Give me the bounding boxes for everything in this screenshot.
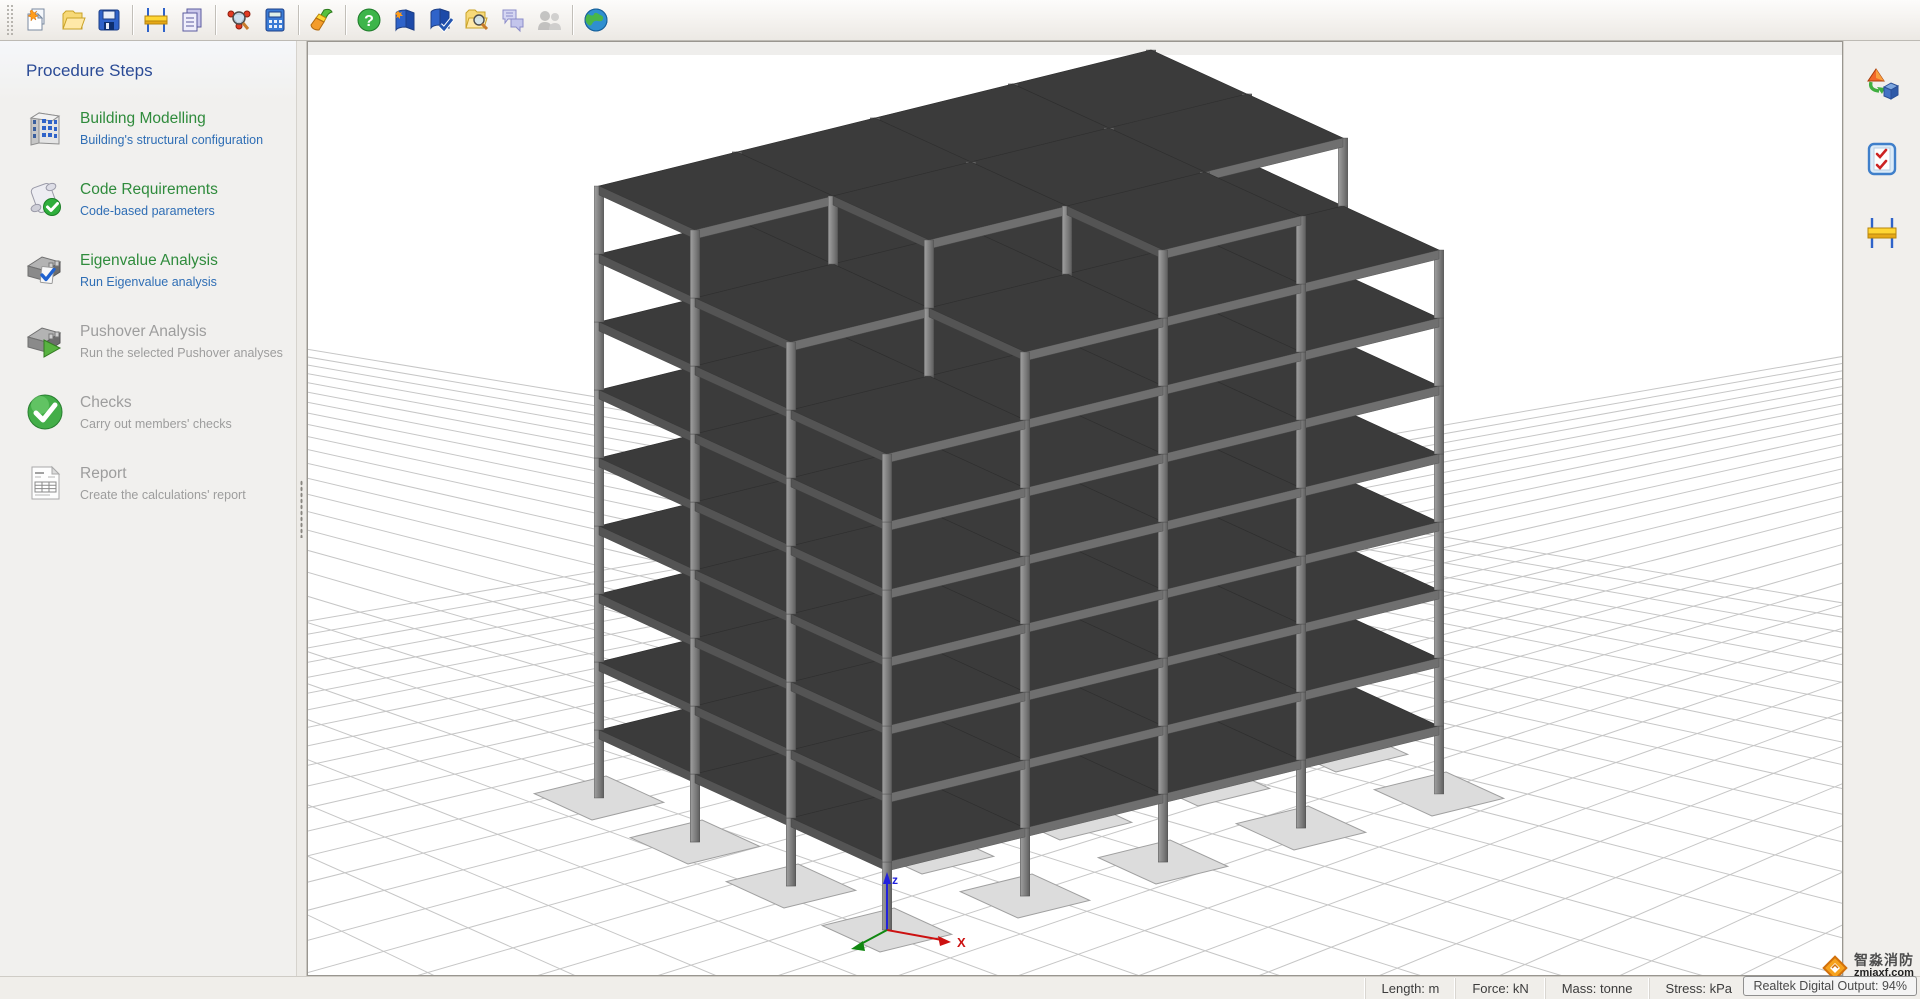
- volume-osd-tooltip: Realtek Digital Output: 94%: [1743, 976, 1917, 996]
- step-pushover-analysis[interactable]: Pushover Analysis Run the selected Pusho…: [24, 320, 296, 362]
- website-globe-icon: [582, 6, 610, 34]
- status-bar: Length: m Force: kN Mass: tonne Stress: …: [0, 976, 1920, 999]
- report-document-icon: [178, 6, 206, 34]
- processor-check-icon: [24, 249, 66, 291]
- search-folder-icon: [463, 6, 491, 34]
- browse-examples-button[interactable]: [459, 2, 495, 38]
- feedback-button[interactable]: [495, 2, 531, 38]
- frame-element-icon: [1864, 215, 1900, 251]
- frame-elements-view-button[interactable]: [1860, 211, 1904, 255]
- step-report[interactable]: Report Create the calculations' report: [24, 462, 296, 504]
- paintbrush-icon: [308, 6, 336, 34]
- users-disabled-icon: [535, 6, 563, 34]
- toolbar-separator: [132, 5, 133, 35]
- save-icon: [95, 6, 123, 34]
- step-subtitle: Create the calculations' report: [80, 487, 246, 504]
- processor-run-icon: [24, 320, 66, 362]
- report-button[interactable]: [174, 2, 210, 38]
- verification-manual-button[interactable]: [423, 2, 459, 38]
- step-code-requirements[interactable]: Code Requirements Code-based parameters: [24, 178, 296, 220]
- member-checks-icon: [1864, 141, 1900, 177]
- help-icon: ?: [355, 6, 383, 34]
- svg-text:?: ?: [364, 13, 374, 30]
- step-title: Eigenvalue Analysis: [80, 251, 218, 271]
- status-length-unit: Length: m: [1365, 978, 1456, 999]
- view-model-button[interactable]: [221, 2, 257, 38]
- step-subtitle: Run Eigenvalue analysis: [80, 274, 218, 291]
- panel-title: Procedure Steps: [26, 61, 296, 81]
- step-subtitle: Run the selected Pushover analyses: [80, 345, 283, 362]
- deformed-shape-button[interactable]: [1860, 63, 1904, 107]
- svg-text:X: X: [957, 935, 966, 950]
- sidebar-splitter[interactable]: [297, 41, 307, 976]
- user-manual-icon: [391, 6, 419, 34]
- right-tool-strip: [1843, 41, 1920, 976]
- toolbar-separator: [215, 5, 216, 35]
- open-folder-icon: [59, 6, 87, 34]
- new-project-button[interactable]: [19, 2, 55, 38]
- step-title: Report: [80, 464, 246, 484]
- frame-element-icon: [142, 6, 170, 34]
- report-page-icon: [24, 462, 66, 504]
- toolbar-separator: [572, 5, 573, 35]
- step-subtitle: Building's structural configuration: [80, 132, 263, 149]
- toolbar-grip[interactable]: [6, 4, 13, 36]
- deformed-shape-icon: [1864, 67, 1900, 103]
- toolbar-separator: [298, 5, 299, 35]
- feedback-chat-icon: [499, 6, 527, 34]
- scroll-check-icon: [24, 178, 66, 220]
- step-eigenvalue-analysis[interactable]: Eigenvalue Analysis Run Eigenvalue analy…: [24, 249, 296, 291]
- toolbar-separator: [345, 5, 346, 35]
- step-title: Pushover Analysis: [80, 322, 283, 342]
- status-stress-unit: Stress: kPa: [1649, 978, 1748, 999]
- check-circle-icon: [24, 391, 66, 433]
- forum-button-disabled: [531, 2, 567, 38]
- new-project-icon: [23, 6, 51, 34]
- svg-text:z: z: [892, 873, 898, 887]
- save-project-button[interactable]: [91, 2, 127, 38]
- building-3d-scene: Xz: [308, 42, 1843, 975]
- watermark-cn-text: 智淼消防: [1854, 954, 1914, 967]
- model-viewport[interactable]: Xz: [307, 41, 1843, 976]
- step-title: Code Requirements: [80, 180, 218, 200]
- model-search-icon: [225, 6, 253, 34]
- splitter-grip-dots: [300, 480, 303, 538]
- member-checks-button[interactable]: [1860, 137, 1904, 181]
- verification-book-icon: [427, 6, 455, 34]
- step-subtitle: Carry out members' checks: [80, 416, 232, 433]
- step-title: Building Modelling: [80, 109, 263, 129]
- run-analysis-button[interactable]: [257, 2, 293, 38]
- step-checks[interactable]: Checks Carry out members' checks: [24, 391, 296, 433]
- procedure-steps-panel: Procedure Steps Bu: [0, 41, 297, 976]
- main-toolbar: ?: [0, 0, 1920, 41]
- step-subtitle: Code-based parameters: [80, 203, 218, 220]
- step-title: Checks: [80, 393, 232, 413]
- main-area: Procedure Steps Bu: [0, 41, 1920, 976]
- user-manual-button[interactable]: [387, 2, 423, 38]
- open-project-button[interactable]: [55, 2, 91, 38]
- status-force-unit: Force: kN: [1455, 978, 1544, 999]
- building-icon: [24, 107, 66, 149]
- step-building-modelling[interactable]: Building Modelling Building's structural…: [24, 107, 296, 149]
- website-button[interactable]: [578, 2, 614, 38]
- calculator-icon: [261, 6, 289, 34]
- display-options-button[interactable]: [304, 2, 340, 38]
- frame-elements-button[interactable]: [138, 2, 174, 38]
- help-button[interactable]: ?: [351, 2, 387, 38]
- status-mass-unit: Mass: tonne: [1545, 978, 1649, 999]
